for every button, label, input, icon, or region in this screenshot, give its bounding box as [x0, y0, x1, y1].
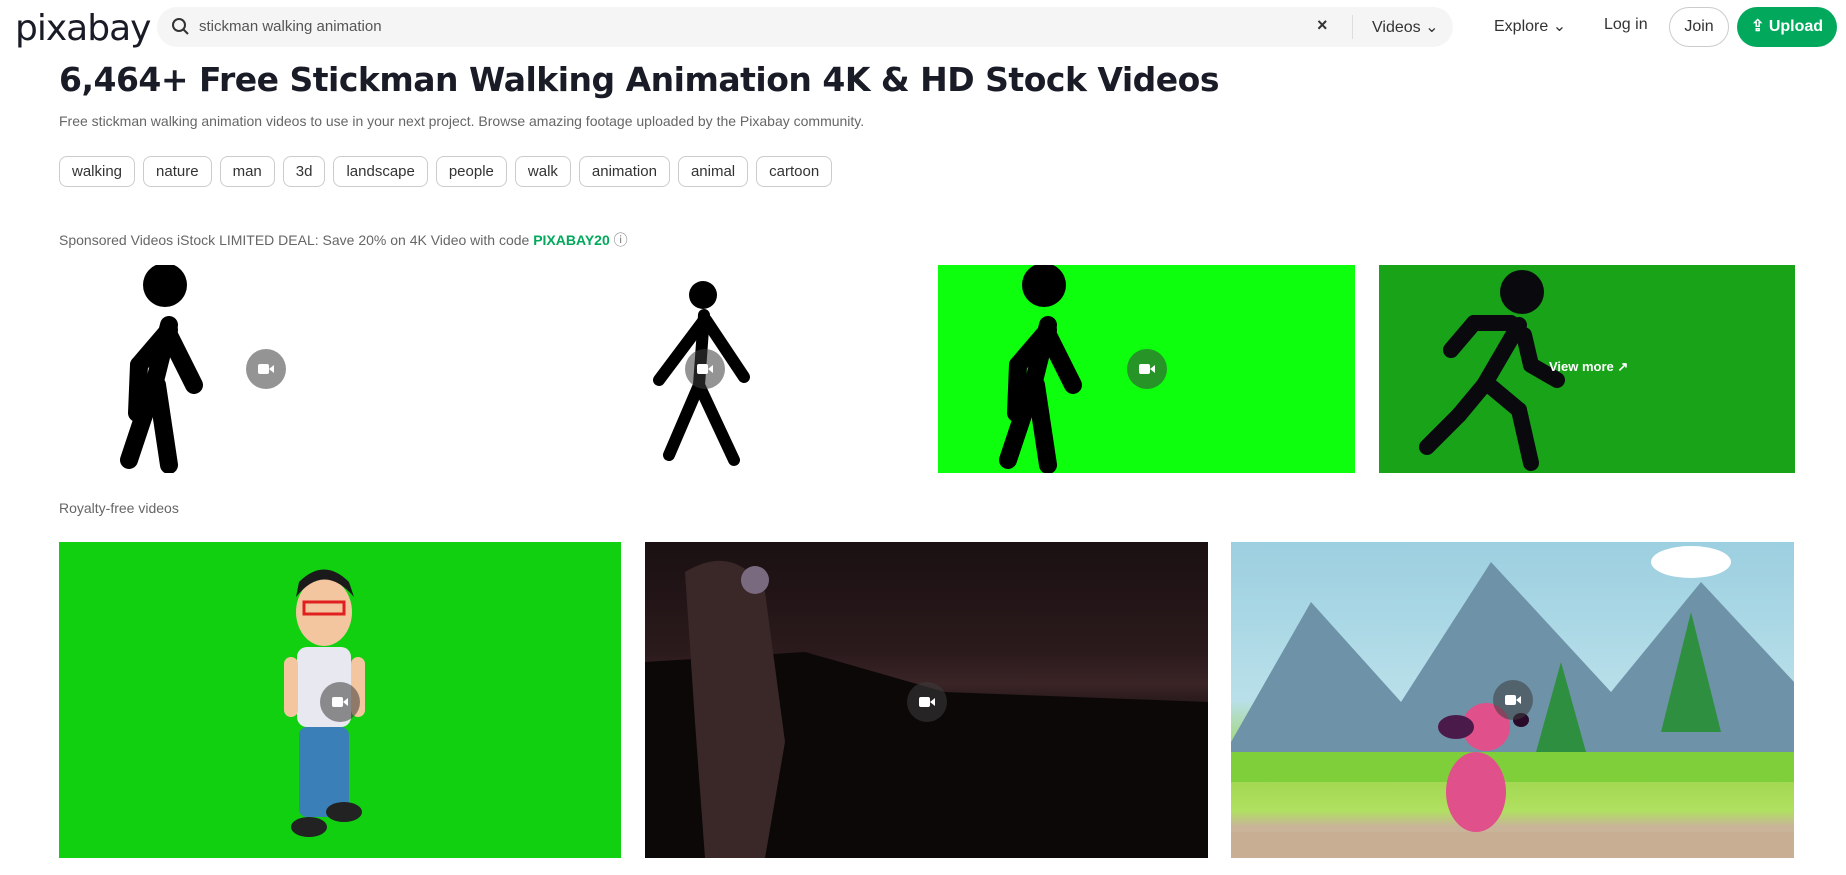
royalty-free-label: Royalty-free videos — [59, 500, 179, 516]
sponsored-video-2[interactable] — [499, 265, 916, 473]
video-camera-icon — [246, 349, 286, 389]
sponsored-label: Sponsored Videos iStock LIMITED DEAL: Sa… — [59, 232, 628, 248]
video-camera-icon — [1493, 680, 1533, 720]
pixabay-logo[interactable]: pixabay — [15, 8, 151, 49]
sponsored-video-1[interactable] — [59, 265, 476, 473]
tag-walking[interactable]: walking — [59, 156, 136, 187]
divider — [1352, 15, 1353, 39]
tag-people[interactable]: people — [435, 156, 507, 187]
search-input[interactable]: stickman walking animation — [199, 18, 382, 35]
page-subtitle: Free stickman walking animation videos t… — [59, 113, 865, 129]
promo-code: PIXABAY20 — [533, 232, 610, 248]
tag-man[interactable]: man — [219, 156, 275, 187]
chevron-down-icon: ⌄ — [1425, 19, 1439, 36]
info-icon[interactable]: ⓘ — [614, 232, 628, 248]
view-more-link[interactable]: View more ↗ — [1549, 359, 1628, 375]
tag-walk[interactable]: walk — [514, 156, 571, 187]
tag-animal[interactable]: animal — [677, 156, 749, 187]
search-bar[interactable]: stickman walking animation × Videos ⌄ — [157, 7, 1453, 47]
sponsored-video-4[interactable]: View more ↗ — [1379, 265, 1795, 473]
related-tags: walking nature man 3d landscape people walk ani… — [59, 156, 833, 187]
media-type-dropdown[interactable]: Videos ⌄ — [1372, 17, 1439, 37]
sponsored-video-3[interactable] — [938, 265, 1355, 473]
video-camera-icon — [320, 682, 360, 722]
chevron-down-icon: ⌄ — [1552, 18, 1567, 35]
video-astronaut[interactable] — [645, 542, 1208, 858]
explore-label: Explore — [1494, 18, 1549, 35]
video-cartoon-boy[interactable] — [59, 542, 621, 858]
clear-search-icon[interactable]: × — [1317, 15, 1328, 36]
explore-menu[interactable]: Explore ⌄ — [1494, 16, 1566, 36]
page-title: 6,464+ Free Stickman Walking Animation 4… — [59, 60, 1219, 99]
video-cartoon-dog[interactable] — [1231, 542, 1794, 858]
search-icon — [172, 18, 189, 35]
tag-landscape[interactable]: landscape — [333, 156, 428, 187]
video-camera-icon — [685, 349, 725, 389]
video-camera-icon — [1127, 349, 1167, 389]
media-type-label: Videos — [1372, 19, 1421, 36]
tag-cartoon[interactable]: cartoon — [756, 156, 833, 187]
tag-nature[interactable]: nature — [143, 156, 212, 187]
upload-label: Upload — [1768, 18, 1824, 35]
join-button[interactable]: Join — [1669, 7, 1729, 47]
upload-button[interactable]: ⇪ Upload — [1737, 7, 1837, 47]
external-link-icon: ↗ — [1617, 359, 1629, 374]
video-camera-icon — [907, 682, 947, 722]
login-link[interactable]: Log in — [1604, 16, 1648, 34]
upload-icon: ⇪ — [1750, 18, 1765, 35]
tag-animation[interactable]: animation — [578, 156, 670, 187]
tag-3d[interactable]: 3d — [282, 156, 326, 187]
